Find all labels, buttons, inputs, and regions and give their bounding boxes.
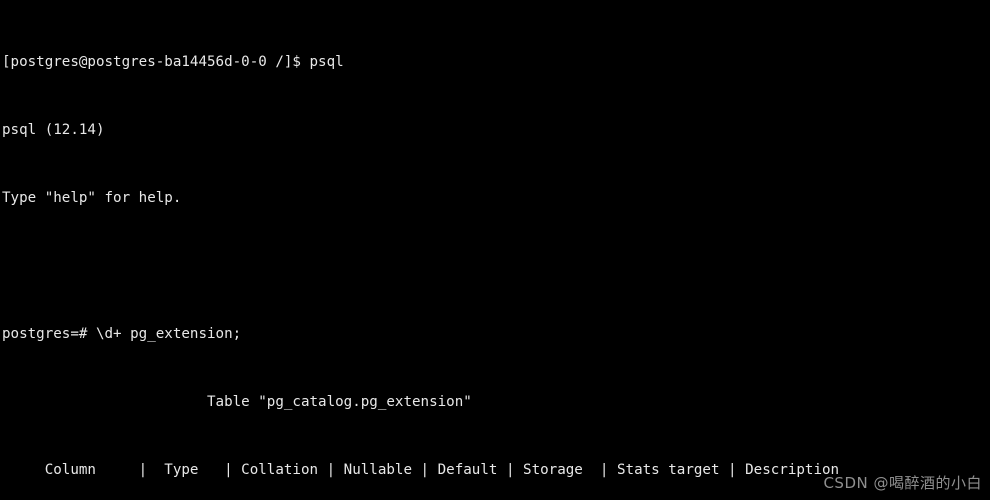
shell-prompt-line: [postgres@postgres-ba14456d-0-0 /]$ psql xyxy=(2,54,848,71)
psql-command-line: postgres=# \d+ pg_extension; xyxy=(2,326,848,343)
psql-prompt: postgres=# xyxy=(2,326,88,342)
shell-prompt: [postgres@postgres-ba14456d-0-0 /]$ xyxy=(2,54,301,70)
shell-command: psql xyxy=(309,54,344,70)
psql-help-line: Type "help" for help. xyxy=(2,190,182,206)
terminal-screen[interactable]: [postgres@postgres-ba14456d-0-0 /]$ psql… xyxy=(2,3,848,500)
csdn-watermark: CSDN @喝醉酒的小白 xyxy=(823,474,982,492)
table-header-line: Column | Type | Collation | Nullable | D… xyxy=(2,462,848,478)
terminal-window[interactable]: [postgres@postgres-ba14456d-0-0 /]$ psql… xyxy=(0,0,990,500)
psql-version-line: psql (12.14) xyxy=(2,122,105,138)
psql-command: \d+ pg_extension; xyxy=(95,326,242,342)
table-title-line: Table "pg_catalog.pg_extension" xyxy=(2,394,472,410)
